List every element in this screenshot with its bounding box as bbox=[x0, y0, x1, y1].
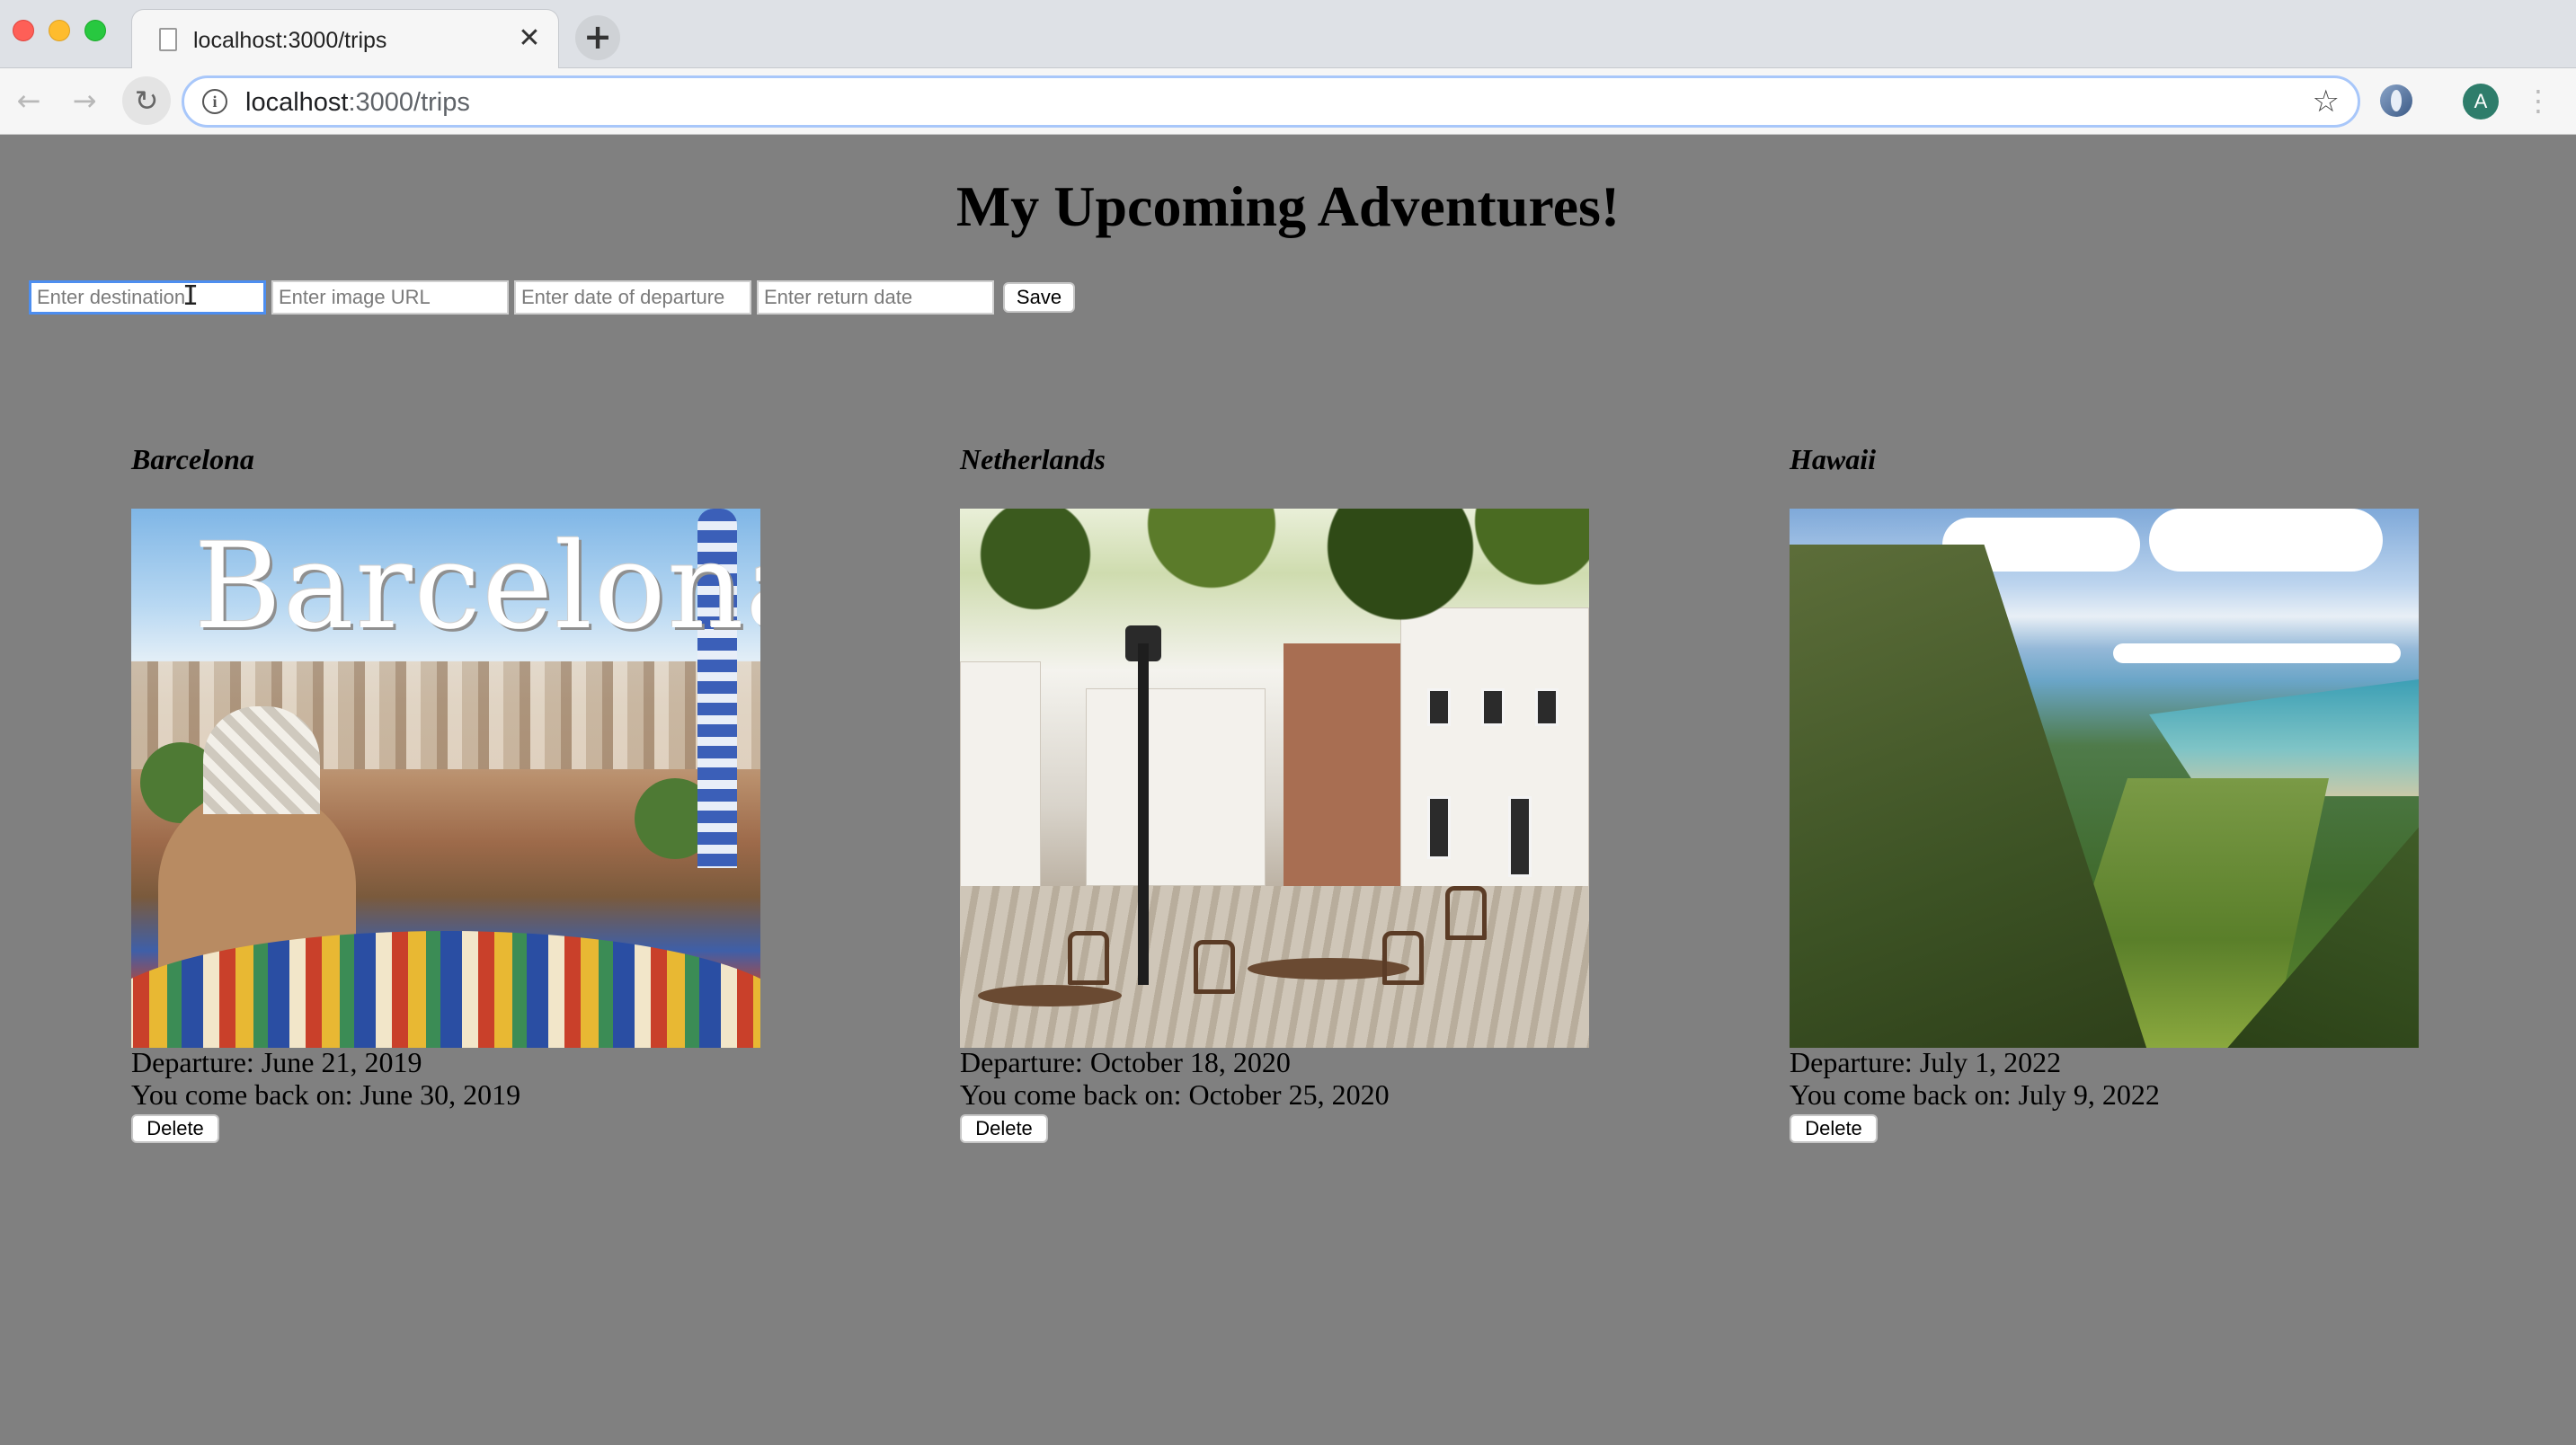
window bbox=[1535, 688, 1559, 726]
departure-date-input[interactable] bbox=[514, 280, 751, 315]
browser-tab[interactable]: localhost:3000/trips ✕ bbox=[131, 9, 559, 69]
cafe-chair bbox=[1382, 931, 1424, 985]
trip-departure: Departure: June 21, 2019 bbox=[131, 1046, 422, 1078]
reload-icon[interactable]: ↻ bbox=[122, 76, 171, 125]
forward-arrow-icon[interactable]: → bbox=[65, 81, 104, 120]
browser-chrome: localhost:3000/trips ✕ + ← → ↻ i localho… bbox=[0, 0, 2576, 135]
bookmark-star-icon[interactable]: ☆ bbox=[2313, 84, 2340, 120]
trip-destination: Netherlands bbox=[960, 443, 1106, 475]
page-icon bbox=[159, 28, 177, 51]
destination-input[interactable] bbox=[29, 280, 266, 315]
text-cursor-icon: I bbox=[182, 280, 200, 312]
trip-image-hawaii bbox=[1790, 509, 2419, 1048]
tab-title: localhost:3000/trips bbox=[193, 28, 387, 53]
cloud bbox=[2149, 509, 2383, 572]
cafe-chair bbox=[1068, 931, 1109, 985]
address-bar[interactable]: i localhost:3000/trips ☆ bbox=[182, 75, 2360, 128]
cafe-chair bbox=[1445, 886, 1487, 940]
window-minimize-button[interactable] bbox=[49, 20, 70, 41]
window-close-button[interactable] bbox=[13, 20, 34, 41]
info-icon[interactable]: i bbox=[202, 89, 227, 114]
cafe-chair bbox=[1194, 940, 1235, 994]
profile-avatar[interactable]: A bbox=[2463, 84, 2499, 120]
close-icon[interactable]: ✕ bbox=[515, 24, 544, 53]
street-lamp-post bbox=[1138, 643, 1149, 985]
new-tab-button[interactable]: + bbox=[575, 15, 620, 60]
building bbox=[1086, 688, 1266, 886]
trip-return: You come back on: June 30, 2019 bbox=[131, 1078, 521, 1111]
page-title: My Upcoming Adventures! bbox=[955, 174, 1621, 238]
trip-return: You come back on: July 9, 2022 bbox=[1790, 1078, 2160, 1111]
trip-departure: Departure: July 1, 2022 bbox=[1790, 1046, 2062, 1078]
delete-button[interactable]: Delete bbox=[131, 1114, 219, 1143]
gaudi-roof bbox=[203, 706, 320, 814]
trip-image-netherlands bbox=[960, 509, 1589, 1048]
trip-destination: Hawaii bbox=[1790, 443, 1877, 475]
extension-icon[interactable] bbox=[2380, 84, 2412, 117]
browser-toolbar: ← → ↻ i localhost:3000/trips ☆ A ⋮ bbox=[0, 68, 2576, 135]
trip-image-barcelona: Barcelona bbox=[131, 509, 760, 1048]
url-host: localhost bbox=[245, 88, 349, 117]
trip-destination: Barcelona bbox=[131, 443, 254, 475]
tab-strip: localhost:3000/trips ✕ + bbox=[0, 0, 2576, 69]
window bbox=[1427, 688, 1451, 726]
url-path: :3000/trips bbox=[348, 88, 470, 117]
trip-departure: Departure: October 18, 2020 bbox=[960, 1046, 1291, 1078]
cloud bbox=[2113, 643, 2401, 663]
save-button[interactable]: Save bbox=[1003, 282, 1075, 313]
building bbox=[960, 661, 1041, 895]
left-cliff bbox=[1790, 545, 2158, 1048]
url-text[interactable]: localhost:3000/trips bbox=[245, 85, 470, 120]
image-url-input[interactable] bbox=[271, 280, 509, 315]
door bbox=[1508, 796, 1532, 877]
trip-return: You come back on: October 25, 2020 bbox=[960, 1078, 1390, 1111]
window bbox=[1481, 688, 1505, 726]
window-maximize-button[interactable] bbox=[84, 20, 106, 41]
back-arrow-icon[interactable]: ← bbox=[9, 81, 49, 120]
brick-building bbox=[1284, 643, 1400, 913]
delete-button[interactable]: Delete bbox=[960, 1114, 1048, 1143]
tree-leaves bbox=[960, 509, 1589, 661]
door bbox=[1427, 796, 1451, 859]
cafe-table bbox=[978, 985, 1122, 1006]
return-date-input[interactable] bbox=[757, 280, 994, 315]
barcelona-image-lettering: Barcelona bbox=[194, 518, 760, 656]
delete-button[interactable]: Delete bbox=[1790, 1114, 1878, 1143]
more-menu-icon[interactable]: ⋮ bbox=[2524, 81, 2553, 120]
